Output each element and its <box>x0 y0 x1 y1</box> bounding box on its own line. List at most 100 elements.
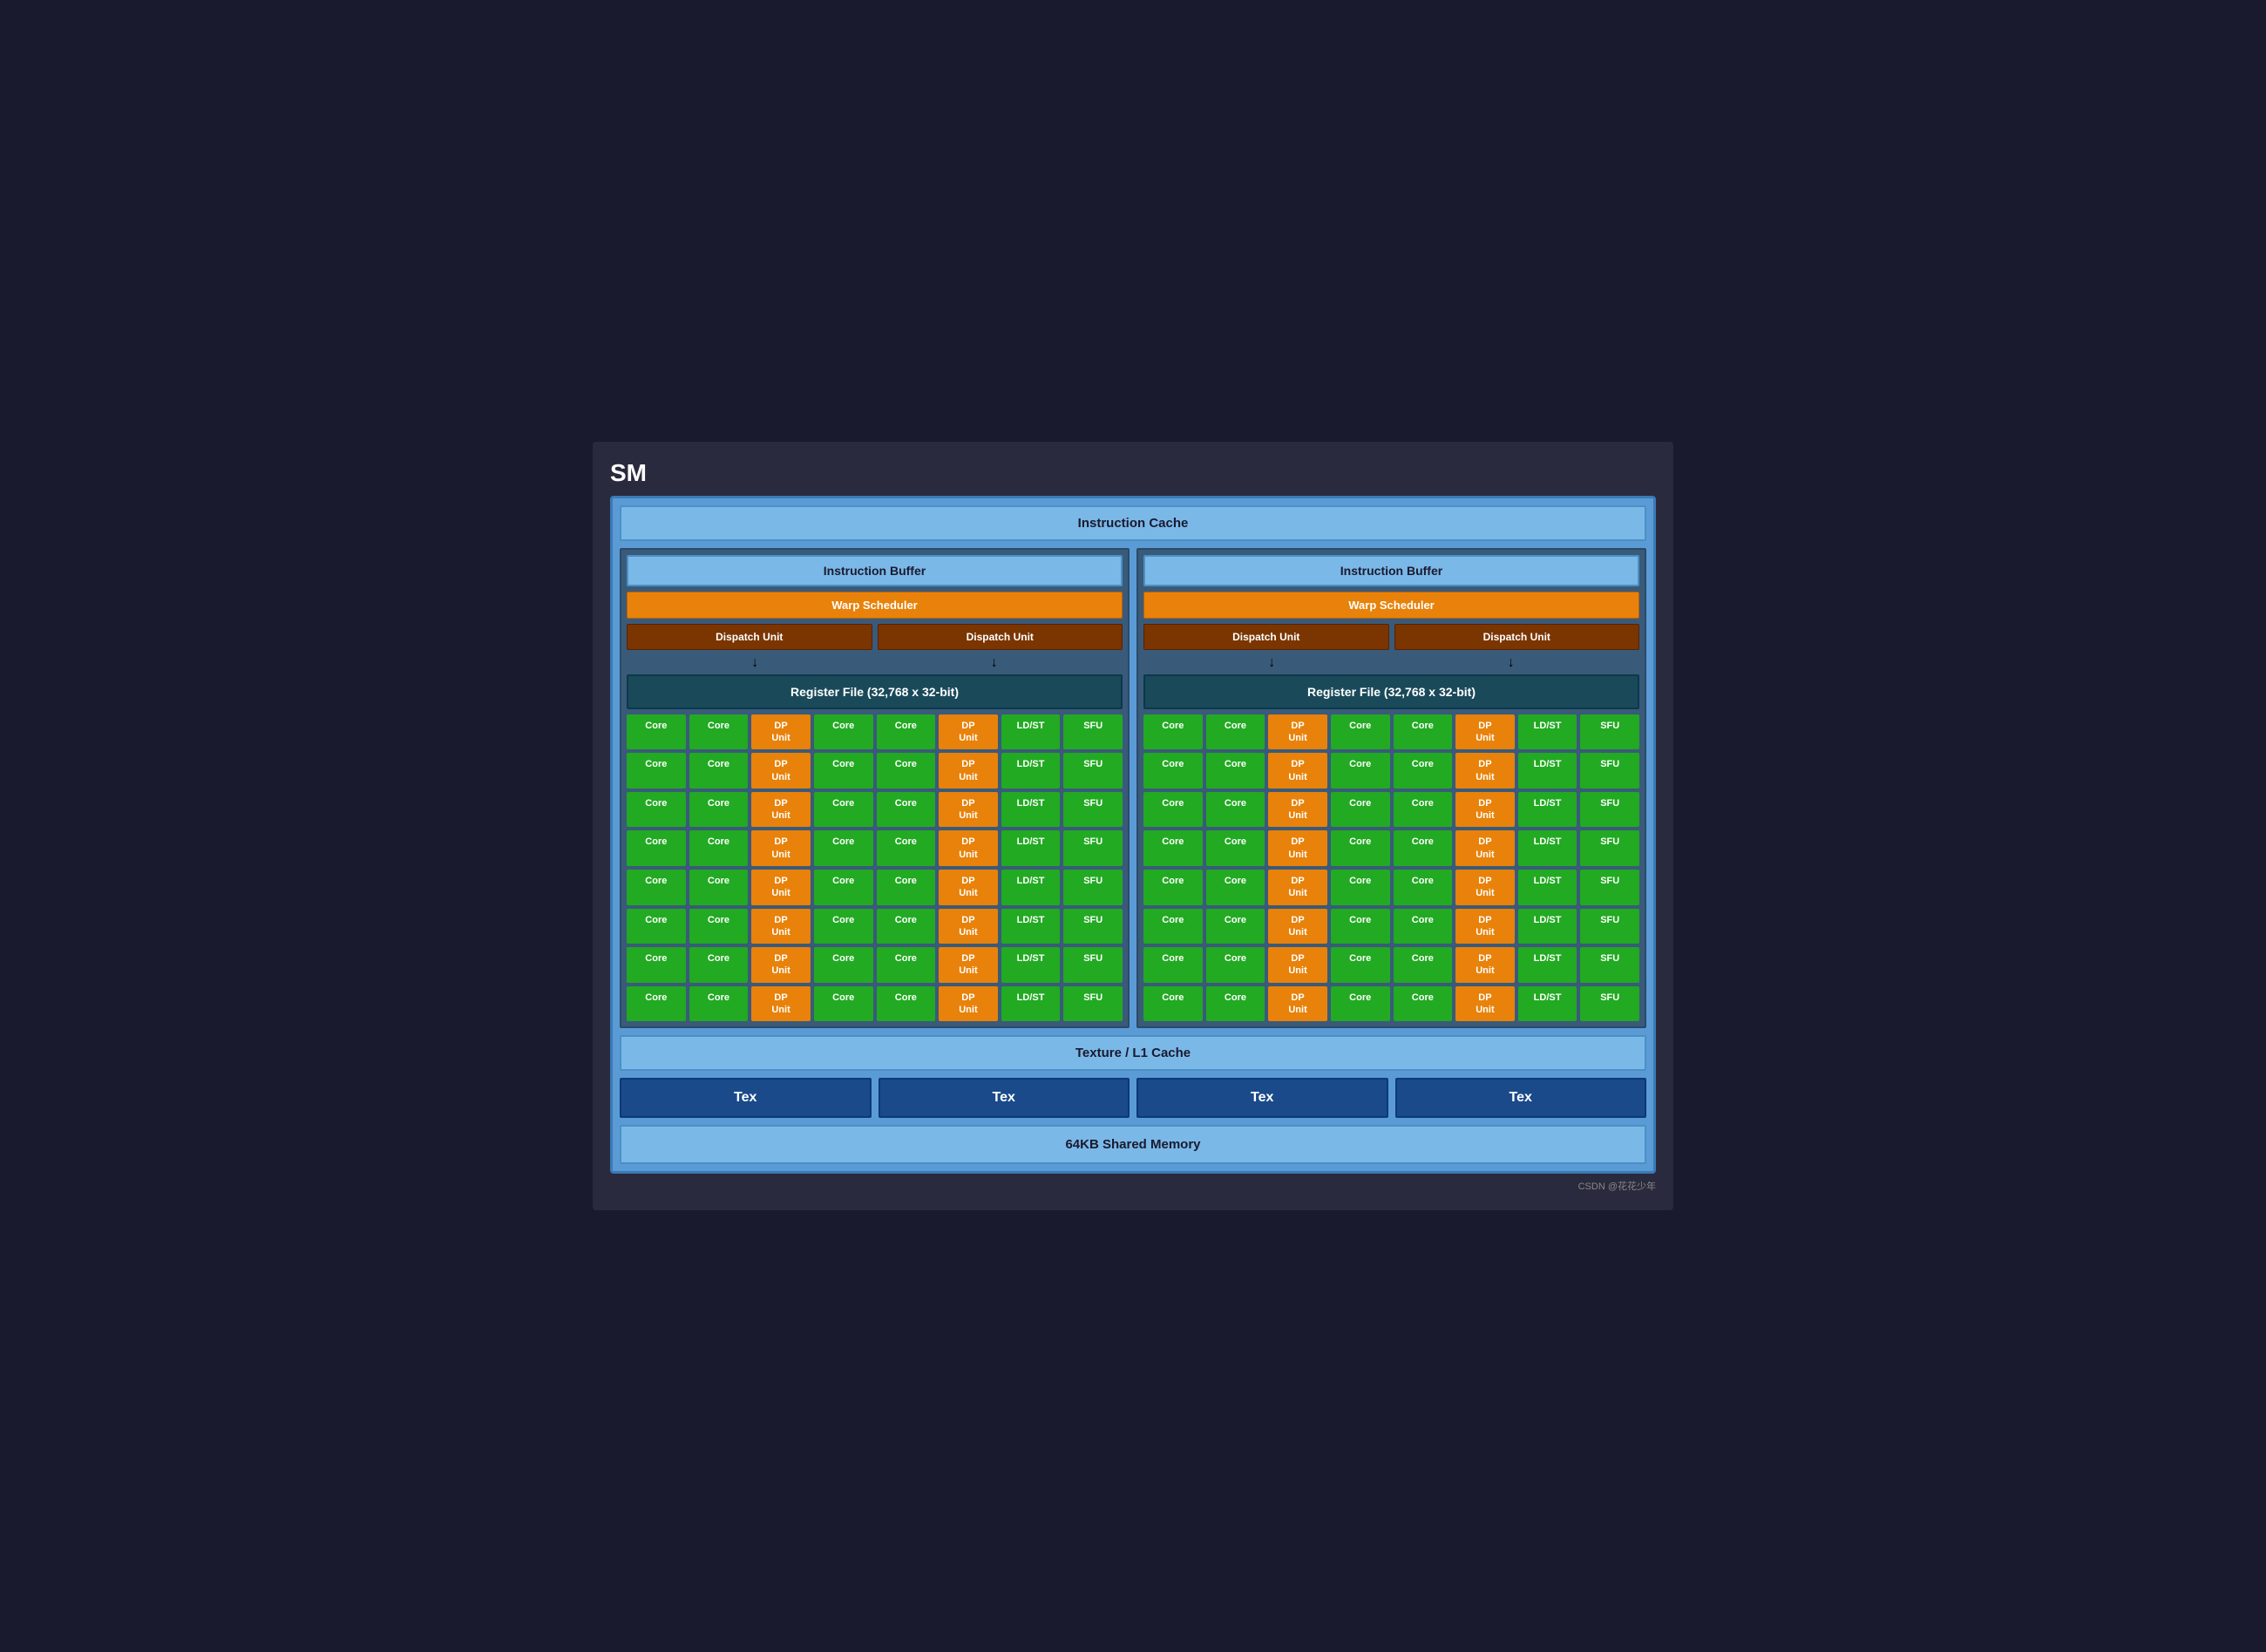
cell: SFU <box>1063 909 1123 944</box>
cell: LD/ST <box>1001 986 1061 1022</box>
shared-memory: 64KB Shared Memory <box>620 1125 1646 1164</box>
cell: Core <box>689 947 749 983</box>
cell: SFU <box>1063 870 1123 905</box>
right-instruction-buffer: Instruction Buffer <box>1143 555 1639 586</box>
cell: DPUnit <box>751 792 811 828</box>
cell: Core <box>1206 947 1265 983</box>
cell: DPUnit <box>939 792 998 828</box>
cell: Core <box>877 792 936 828</box>
cell: Core <box>1206 986 1265 1022</box>
cell: Core <box>1143 909 1203 944</box>
cell: DPUnit <box>1268 714 1327 750</box>
cell: LD/ST <box>1001 830 1061 866</box>
cell: DPUnit <box>751 909 811 944</box>
cell: SFU <box>1580 792 1639 828</box>
cell: Core <box>877 947 936 983</box>
cell: Core <box>1206 792 1265 828</box>
cell: Core <box>877 909 936 944</box>
cell: DPUnit <box>751 753 811 789</box>
cell: Core <box>689 714 749 750</box>
cell: Core <box>1394 830 1453 866</box>
cell: Core <box>689 870 749 905</box>
cell: Core <box>877 714 936 750</box>
cell: LD/ST <box>1001 870 1061 905</box>
cell: Core <box>1143 792 1203 828</box>
instruction-cache: Instruction Cache <box>620 505 1646 541</box>
cell: Core <box>1394 947 1453 983</box>
cell: Core <box>877 753 936 789</box>
cell: DPUnit <box>939 714 998 750</box>
cell: Core <box>1331 909 1390 944</box>
tex-row: Tex Tex Tex Tex <box>620 1078 1646 1118</box>
cell: Core <box>1331 753 1390 789</box>
right-dispatch-arrows: ↓ ↓ <box>1143 655 1639 671</box>
cell: Core <box>1206 830 1265 866</box>
cell: DPUnit <box>1455 830 1515 866</box>
cell: Core <box>1143 714 1203 750</box>
right-arrow-1: ↓ <box>1268 655 1275 671</box>
cell: SFU <box>1063 986 1123 1022</box>
left-dispatch-unit-1: Dispatch Unit <box>627 624 872 650</box>
left-warp-scheduler: Warp Scheduler <box>627 592 1123 619</box>
cell: DPUnit <box>1268 909 1327 944</box>
cell: Core <box>1143 753 1203 789</box>
tex-unit-1: Tex <box>620 1078 872 1118</box>
cell: SFU <box>1580 986 1639 1022</box>
cell: DPUnit <box>751 714 811 750</box>
cell: DPUnit <box>751 947 811 983</box>
cell: Core <box>814 714 873 750</box>
right-dispatch-row: Dispatch Unit Dispatch Unit <box>1143 624 1639 650</box>
cell: LD/ST <box>1518 947 1577 983</box>
cell: Core <box>1331 714 1390 750</box>
cell: DPUnit <box>1268 753 1327 789</box>
cell: Core <box>814 909 873 944</box>
cell: Core <box>627 870 686 905</box>
cell: DPUnit <box>751 830 811 866</box>
sm-title: SM <box>610 459 1656 487</box>
cell: SFU <box>1580 870 1639 905</box>
cell: Core <box>1143 870 1203 905</box>
watermark: CSDN @花花少年 <box>610 1179 1656 1193</box>
cell: Core <box>1394 714 1453 750</box>
cell: Core <box>1206 753 1265 789</box>
cell: DPUnit <box>751 986 811 1022</box>
cell: Core <box>1331 986 1390 1022</box>
texture-cache: Texture / L1 Cache <box>620 1035 1646 1071</box>
cell: Core <box>1331 947 1390 983</box>
cell: Core <box>627 792 686 828</box>
cell: DPUnit <box>1455 909 1515 944</box>
cell: DPUnit <box>939 909 998 944</box>
cell: DPUnit <box>1268 986 1327 1022</box>
cell: SFU <box>1063 830 1123 866</box>
tex-unit-4: Tex <box>1395 1078 1647 1118</box>
cell: DPUnit <box>939 830 998 866</box>
cell: Core <box>689 792 749 828</box>
cell: LD/ST <box>1518 870 1577 905</box>
right-arrow-2: ↓ <box>1508 655 1515 671</box>
cell: SFU <box>1063 753 1123 789</box>
left-dispatch-arrows: ↓ ↓ <box>627 655 1123 671</box>
cell: LD/ST <box>1001 714 1061 750</box>
cell: Core <box>814 947 873 983</box>
cell: Core <box>1206 870 1265 905</box>
cell: LD/ST <box>1518 792 1577 828</box>
cell: Core <box>689 830 749 866</box>
cell: Core <box>1143 830 1203 866</box>
cell: DPUnit <box>1455 714 1515 750</box>
left-instruction-buffer: Instruction Buffer <box>627 555 1123 586</box>
cell: Core <box>689 753 749 789</box>
cell: DPUnit <box>751 870 811 905</box>
cell: Core <box>814 870 873 905</box>
left-column: Instruction Buffer Warp Scheduler Dispat… <box>620 548 1130 1029</box>
cell: Core <box>1394 870 1453 905</box>
cell: Core <box>627 830 686 866</box>
cell: LD/ST <box>1001 792 1061 828</box>
cell: DPUnit <box>1455 792 1515 828</box>
cell: SFU <box>1580 753 1639 789</box>
cell: LD/ST <box>1001 753 1061 789</box>
cell: Core <box>627 753 686 789</box>
cell: Core <box>877 870 936 905</box>
page-wrapper: SM Instruction Cache Instruction Buffer … <box>593 442 1673 1211</box>
cell: Core <box>1394 753 1453 789</box>
cell: Core <box>1394 792 1453 828</box>
